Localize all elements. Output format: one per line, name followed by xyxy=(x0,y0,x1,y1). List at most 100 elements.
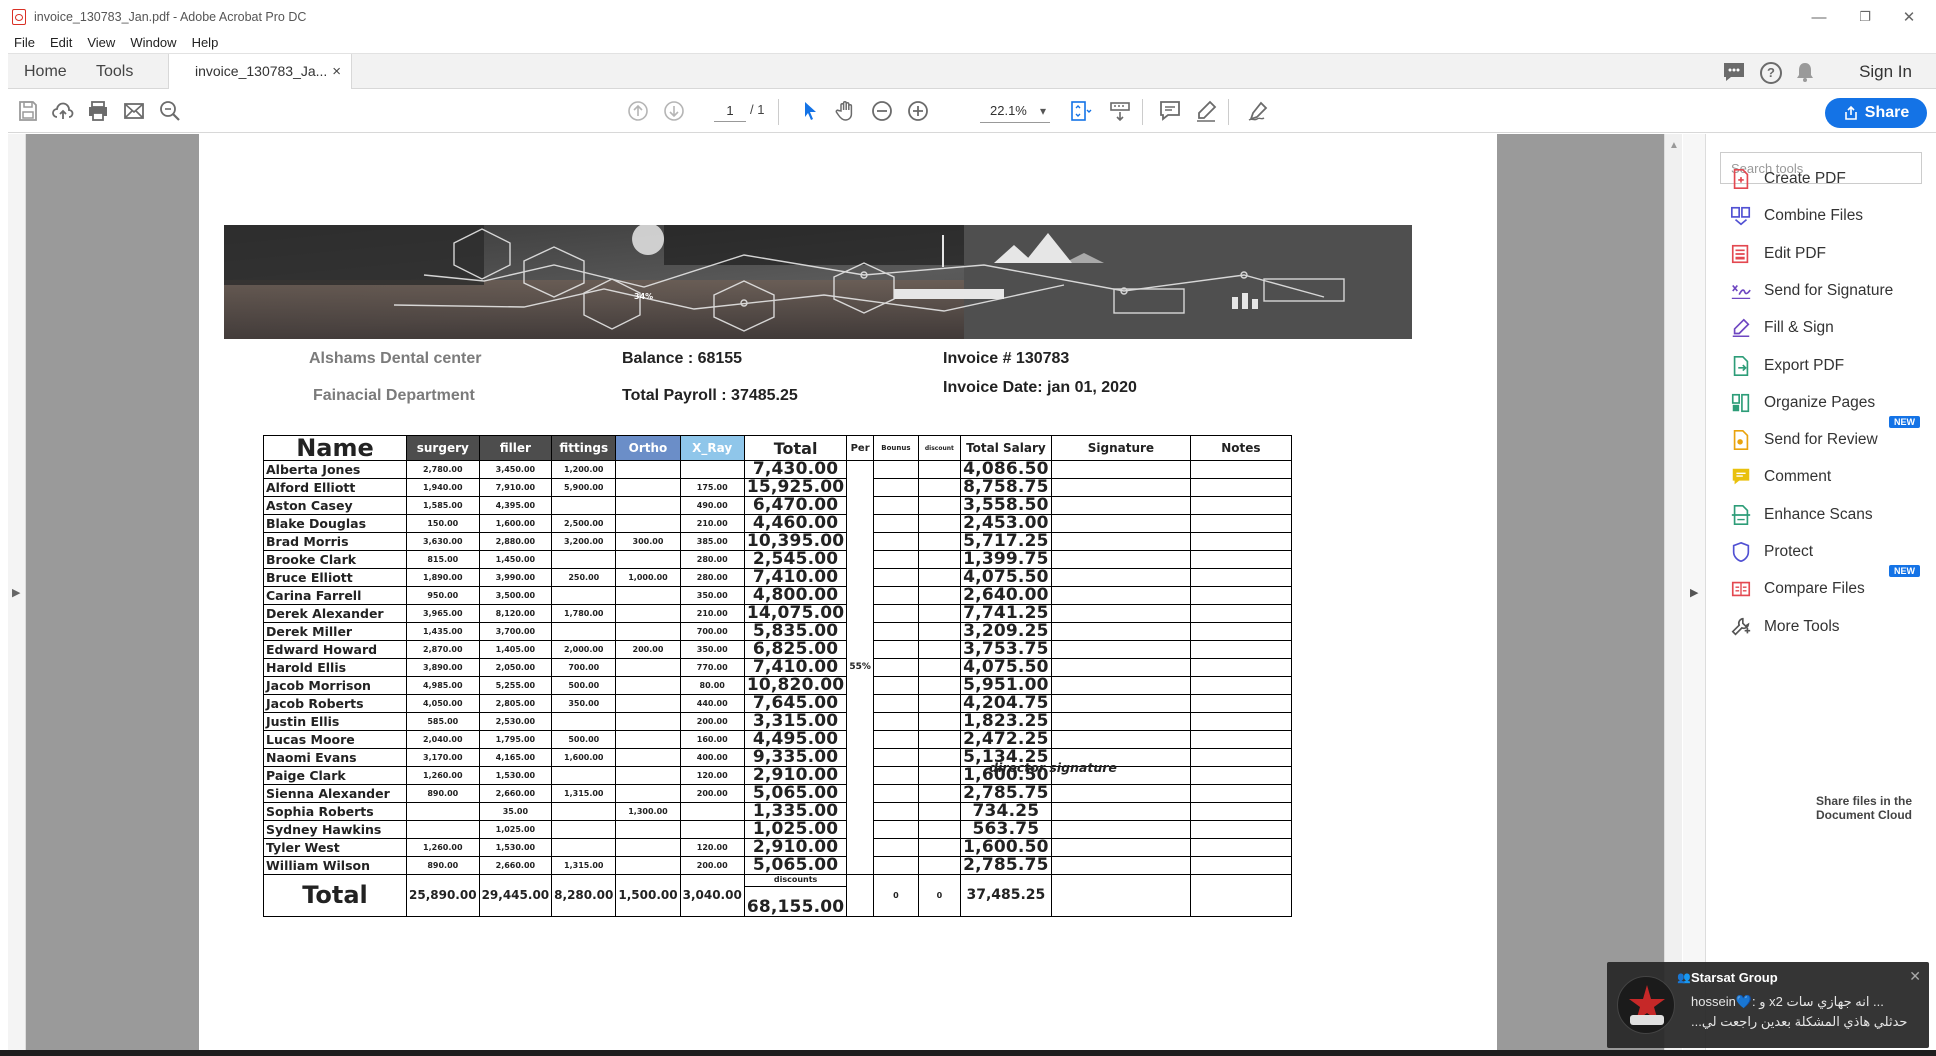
notes-cell[interactable] xyxy=(1189,532,1292,551)
save-icon[interactable] xyxy=(14,97,42,125)
signature-cell[interactable] xyxy=(1050,622,1191,641)
tool-combine-files[interactable]: Combine Files xyxy=(1730,201,1930,231)
notes-cell[interactable] xyxy=(1189,568,1292,587)
share-button[interactable]: Share xyxy=(1825,98,1927,128)
chat-notification[interactable]: 👥 Starsat Group hossein💙: و x2 انه جهازي… xyxy=(1607,962,1929,1048)
notification-bell-icon[interactable] xyxy=(1794,61,1816,88)
scroll-up-icon[interactable]: ▲ xyxy=(1669,140,1679,151)
signature-cell[interactable] xyxy=(1050,532,1191,551)
notes-cell[interactable] xyxy=(1189,622,1292,641)
notes-cell[interactable] xyxy=(1189,856,1292,875)
notes-cell[interactable] xyxy=(1189,658,1292,677)
signature-cell[interactable] xyxy=(1050,694,1191,713)
total-signature-cell[interactable] xyxy=(1050,874,1191,917)
signature-cell[interactable] xyxy=(1050,496,1191,515)
signature-cell[interactable] xyxy=(1050,856,1191,875)
notes-cell[interactable] xyxy=(1189,604,1292,623)
tab-tools[interactable]: Tools xyxy=(96,54,133,89)
notes-cell[interactable] xyxy=(1189,712,1292,731)
notes-cell[interactable] xyxy=(1189,586,1292,605)
email-icon[interactable] xyxy=(120,97,148,125)
right-panel-toggle[interactable]: ▶ xyxy=(1683,134,1705,1050)
document-viewer[interactable]: 34% Alshams Dental center Fainacial Depa… xyxy=(26,134,1672,1050)
help-icon[interactable]: ? xyxy=(1760,62,1782,84)
signature-cell[interactable] xyxy=(1050,658,1191,677)
signature-cell[interactable] xyxy=(1050,676,1191,695)
zoom-out-icon[interactable] xyxy=(868,97,896,125)
tool-organize-pages[interactable]: Organize Pages xyxy=(1730,388,1930,418)
page-number-input[interactable] xyxy=(714,100,746,122)
notes-cell[interactable] xyxy=(1189,640,1292,659)
notes-cell[interactable] xyxy=(1189,550,1292,569)
signature-cell[interactable] xyxy=(1050,730,1191,749)
notes-cell[interactable] xyxy=(1189,784,1292,803)
notes-cell[interactable] xyxy=(1189,478,1292,497)
sign-in-link[interactable]: Sign In xyxy=(1859,54,1912,90)
left-panel-toggle[interactable]: ▶ xyxy=(8,134,26,1050)
menu-file[interactable]: File xyxy=(14,35,35,50)
select-tool-icon[interactable] xyxy=(796,97,824,125)
vertical-scrollbar[interactable]: ▲ xyxy=(1664,134,1682,1050)
restore-button[interactable]: ❐ xyxy=(1842,0,1888,34)
close-window-button[interactable]: ✕ xyxy=(1886,0,1932,34)
notes-cell[interactable] xyxy=(1189,460,1292,479)
tab-document[interactable]: invoice_130783_Ja... × xyxy=(168,54,352,90)
hand-tool-icon[interactable] xyxy=(832,97,860,125)
next-page-icon[interactable] xyxy=(660,97,688,125)
close-tab-icon[interactable]: × xyxy=(332,54,341,89)
minimize-button[interactable]: — xyxy=(1796,0,1842,34)
signature-cell[interactable] xyxy=(1050,640,1191,659)
total-notes-cell[interactable] xyxy=(1189,874,1292,917)
sign-pen-icon[interactable] xyxy=(1244,97,1272,125)
menu-edit[interactable]: Edit xyxy=(50,35,72,50)
notes-cell[interactable] xyxy=(1189,748,1292,767)
zoom-in-icon[interactable] xyxy=(904,97,932,125)
scroll-mode-icon[interactable] xyxy=(1106,97,1134,125)
previous-page-icon[interactable] xyxy=(624,97,652,125)
signature-cell[interactable] xyxy=(1050,712,1191,731)
tool-export-pdf[interactable]: Export PDF xyxy=(1730,351,1930,381)
comment-icon[interactable] xyxy=(1156,97,1184,125)
tab-home[interactable]: Home xyxy=(24,54,67,89)
signature-cell[interactable] xyxy=(1050,478,1191,497)
signature-cell[interactable] xyxy=(1050,550,1191,569)
tool-comment[interactable]: Comment xyxy=(1730,462,1930,492)
notes-cell[interactable] xyxy=(1189,514,1292,533)
chat-icon[interactable] xyxy=(1722,61,1746,88)
signature-cell[interactable] xyxy=(1050,586,1191,605)
notes-cell[interactable] xyxy=(1189,496,1292,515)
tool-compare-files[interactable]: Compare Files NEW xyxy=(1730,565,1930,604)
tool-fill-sign[interactable]: Fill & Sign xyxy=(1730,313,1930,343)
notes-cell[interactable] xyxy=(1189,676,1292,695)
close-notification-icon[interactable]: ✕ xyxy=(1909,968,1921,985)
signature-cell[interactable] xyxy=(1050,784,1191,803)
notes-cell[interactable] xyxy=(1189,838,1292,857)
signature-cell[interactable] xyxy=(1050,604,1191,623)
highlight-pen-icon[interactable] xyxy=(1192,97,1220,125)
notes-cell[interactable] xyxy=(1189,766,1292,785)
tool-create-pdf[interactable]: Create PDF xyxy=(1730,164,1930,194)
cloud-upload-icon[interactable] xyxy=(49,97,77,125)
signature-cell[interactable] xyxy=(1050,838,1191,857)
menu-help[interactable]: Help xyxy=(192,35,219,50)
print-icon[interactable] xyxy=(84,97,112,125)
tool-enhance-scans[interactable]: Enhance Scans xyxy=(1730,500,1930,530)
page-fit-icon[interactable] xyxy=(1066,97,1094,125)
search-zoom-icon[interactable] xyxy=(156,97,184,125)
tool-more-tools[interactable]: More Tools xyxy=(1730,612,1930,642)
signature-cell[interactable] xyxy=(1050,460,1191,479)
tool-protect[interactable]: Protect xyxy=(1730,537,1930,567)
notes-cell[interactable] xyxy=(1189,820,1292,839)
signature-cell[interactable] xyxy=(1050,802,1191,821)
notes-cell[interactable] xyxy=(1189,802,1292,821)
tool-edit-pdf[interactable]: Edit PDF xyxy=(1730,239,1930,269)
menu-window[interactable]: Window xyxy=(130,35,176,50)
menu-view[interactable]: View xyxy=(87,35,115,50)
tool-send-for-review[interactable]: Send for Review NEW xyxy=(1730,416,1930,455)
signature-cell[interactable] xyxy=(1050,514,1191,533)
tool-send-for-signature[interactable]: Send for Signature xyxy=(1730,276,1930,306)
signature-cell[interactable] xyxy=(1050,568,1191,587)
signature-cell[interactable] xyxy=(1050,820,1191,839)
notes-cell[interactable] xyxy=(1189,730,1292,749)
notes-cell[interactable] xyxy=(1189,694,1292,713)
